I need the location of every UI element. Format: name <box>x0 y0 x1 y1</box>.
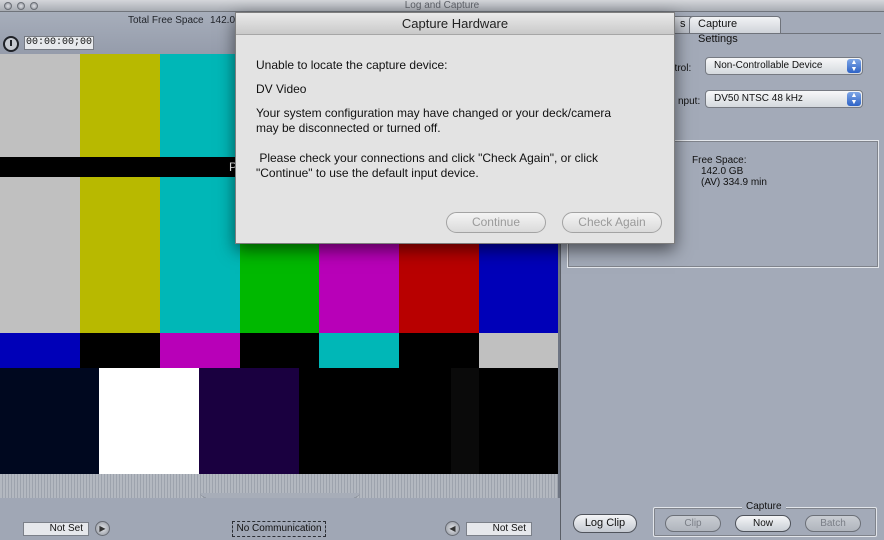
free-space-label: Total Free Space <box>128 15 204 26</box>
bar-mid-black <box>399 333 479 368</box>
step-back-icon[interactable]: ◀ <box>445 521 460 536</box>
bar-low-purple <box>199 368 299 474</box>
bar-mid-blue <box>0 333 80 368</box>
bar-low-navy <box>0 368 99 474</box>
capture-clip-button[interactable]: Clip <box>665 515 721 532</box>
log-clip-button[interactable]: Log Clip <box>573 514 637 533</box>
bar-low-black <box>299 368 451 474</box>
out-point-field[interactable]: Not Set <box>466 522 532 536</box>
dialog-message-line: Your system configuration may have chang… <box>256 106 612 120</box>
step-forward-icon[interactable]: ▶ <box>95 521 110 536</box>
free-space-time: (AV) 334.9 min <box>701 177 767 188</box>
popup-arrows-icon: ▲ ▼ <box>847 92 861 106</box>
bar-low-white <box>99 368 199 474</box>
free-space-info: Free Space: 142.0 GB (AV) 334.9 min <box>692 155 767 188</box>
free-space-value: 142.0 <box>210 15 236 26</box>
popup-arrows-icon: ▲ ▼ <box>847 59 861 73</box>
check-again-button[interactable]: Check Again <box>562 212 662 233</box>
bar-low-pluge <box>451 368 479 474</box>
device-status: No Communication <box>232 521 326 537</box>
bar-yellow <box>80 54 160 333</box>
bar-mid-magenta <box>160 333 240 368</box>
capture-input-value: DV50 NTSC 48 kHz <box>714 93 803 104</box>
capture-input-label: nput: <box>678 96 701 107</box>
dialog-title: Capture Hardware <box>236 13 674 35</box>
capture-batch-button[interactable]: Batch <box>805 515 861 532</box>
tab-capture-settings[interactable]: Capture Settings <box>689 16 781 45</box>
capture-input-popup[interactable]: DV50 NTSC 48 kHz ▲ ▼ <box>705 90 863 108</box>
bar-mid-black <box>80 333 160 368</box>
free-space-size: 142.0 GB <box>701 166 744 177</box>
capture-group-label: Capture <box>742 501 786 512</box>
window-title: Log and Capture <box>404 0 480 11</box>
bar-mid-black <box>240 333 319 368</box>
capture-hardware-dialog: Capture Hardware Unable to locate the ca… <box>235 12 675 244</box>
capture-now-button[interactable]: Now <box>735 515 791 532</box>
bar-gray <box>0 54 80 333</box>
device-control-value: Non-Controllable Device <box>714 60 823 71</box>
continue-button[interactable]: Continue <box>446 212 546 233</box>
window-titlebar: Log and Capture <box>0 0 884 12</box>
bar-mid-cyan <box>319 333 399 368</box>
dialog-device-name: DV Video <box>256 82 307 96</box>
dialog-message-line: Please check your connections and click … <box>256 151 599 165</box>
dialog-message-line: "Continue" to use the default input devi… <box>256 166 479 180</box>
bar-cyan <box>160 54 240 333</box>
clock-icon <box>3 36 19 52</box>
transport-controls: Not Set ▶ No Communication ◀ Not Set <box>0 498 560 540</box>
free-space-heading: Free Space: <box>692 155 747 166</box>
dialog-message-line: may be disconnected or turned off. <box>256 121 441 135</box>
bar-mid-gray <box>479 333 558 368</box>
bar-low-black <box>479 368 558 474</box>
in-point-field[interactable]: Not Set <box>23 522 89 536</box>
device-control-popup[interactable]: Non-Controllable Device ▲ ▼ <box>705 57 863 75</box>
dialog-message: Unable to locate the capture device: <box>256 58 448 72</box>
timecode-field[interactable]: 00:00:00;00 <box>24 36 94 50</box>
